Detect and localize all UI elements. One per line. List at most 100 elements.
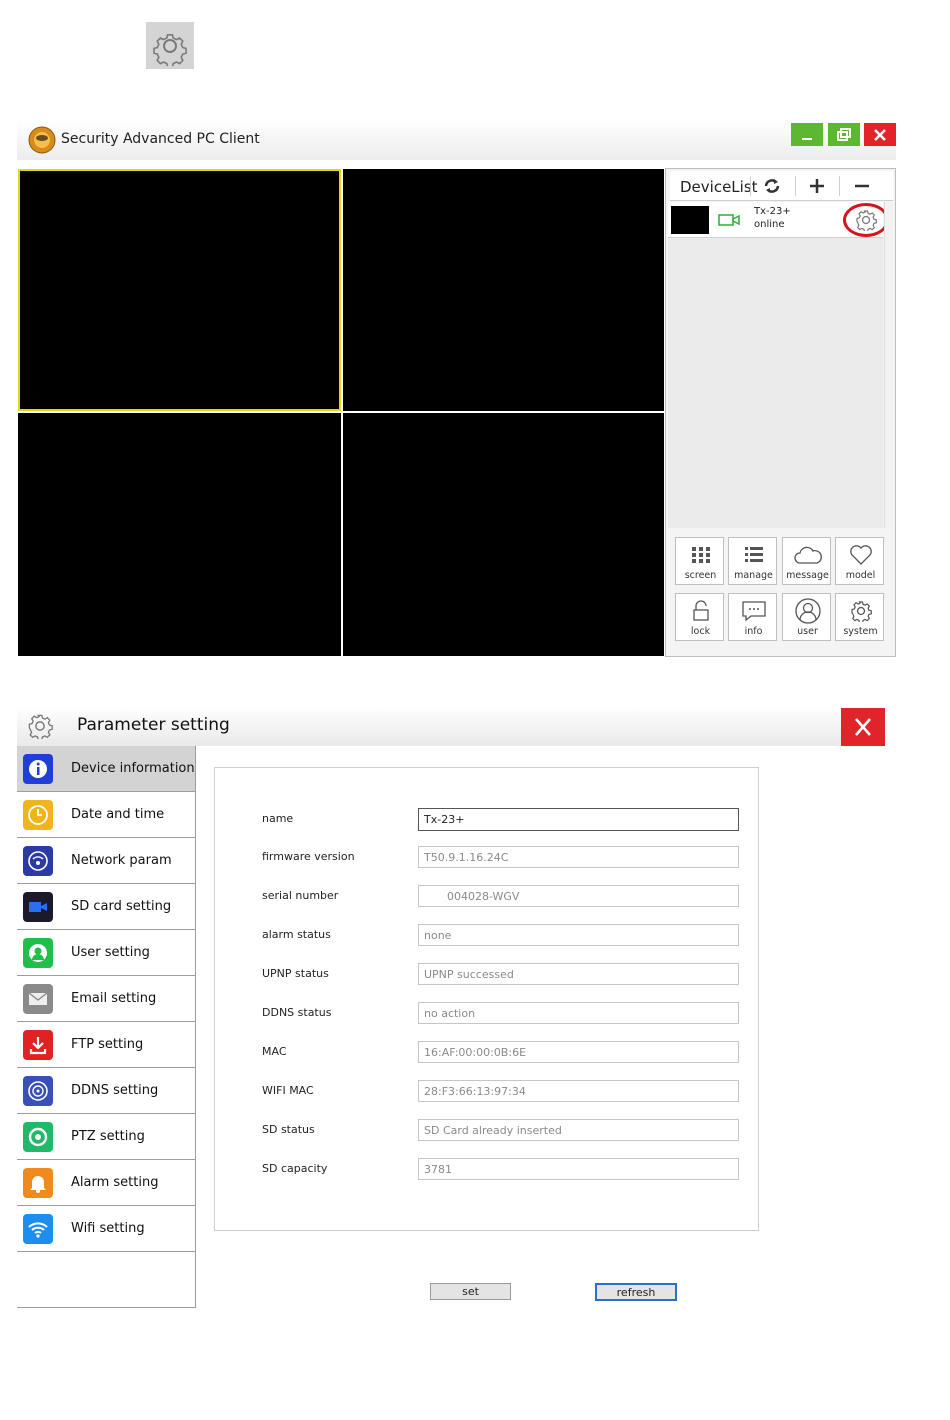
serial-number-input[interactable] xyxy=(418,885,739,907)
message-button[interactable]: message xyxy=(782,537,831,585)
minimize-button[interactable] xyxy=(791,123,823,146)
field-upnp-status: UPNP status xyxy=(215,963,758,987)
video-cell-2[interactable] xyxy=(343,169,664,411)
chat-icon xyxy=(729,598,778,624)
system-button[interactable]: system xyxy=(835,593,884,641)
user-label: user xyxy=(797,626,818,637)
heart-icon xyxy=(836,542,885,568)
device-status: online xyxy=(754,219,785,230)
manage-label: manage xyxy=(734,570,773,581)
divider xyxy=(795,176,796,196)
upnp-status-input[interactable] xyxy=(418,963,739,985)
field-name: name xyxy=(215,808,758,832)
sd-capacity-input[interactable] xyxy=(418,1158,739,1180)
parameter-dialog: Parameter setting Device information Dat… xyxy=(17,706,885,1308)
sidebar-item-label: FTP setting xyxy=(71,1037,144,1052)
minus-icon[interactable] xyxy=(851,175,873,197)
field-ddns-status: DDNS status xyxy=(215,1002,758,1026)
ddns-status-input[interactable] xyxy=(418,1002,739,1024)
sidebar-item-label: User setting xyxy=(71,945,150,960)
field-label: serial number xyxy=(262,889,339,902)
sidebar-item-email-setting[interactable]: Email setting xyxy=(17,976,195,1022)
sidebar-item-ptz-setting[interactable]: PTZ setting xyxy=(17,1114,195,1160)
video-cell-3[interactable] xyxy=(18,413,341,656)
network-icon xyxy=(23,846,53,876)
device-list-header: DeviceList xyxy=(670,171,893,201)
sidebar-item-user-setting[interactable]: User setting xyxy=(17,930,195,976)
video-cell-1[interactable] xyxy=(18,169,341,411)
alarm-status-input[interactable] xyxy=(418,924,739,946)
wifi-icon xyxy=(23,1214,53,1244)
dialog-title-bar: Parameter setting xyxy=(17,706,885,746)
manage-button[interactable]: manage xyxy=(728,537,777,585)
sidebar-item-ddns-setting[interactable]: DDNS setting xyxy=(17,1068,195,1114)
sidebar-item-date-and-time[interactable]: Date and time xyxy=(17,792,195,838)
scrollbar[interactable] xyxy=(884,202,893,528)
sidebar-item-label: Device information xyxy=(71,761,195,776)
system-label: system xyxy=(843,626,878,637)
sd-status-input[interactable] xyxy=(418,1119,739,1141)
wifi-mac-input[interactable] xyxy=(418,1080,739,1102)
field-wifi-mac: WIFI MAC xyxy=(215,1080,758,1104)
field-label: SD status xyxy=(262,1123,315,1136)
lock-icon xyxy=(676,598,725,624)
user-button[interactable]: user xyxy=(782,593,831,641)
settings-sidebar: Device information Date and time Network… xyxy=(17,746,196,1308)
title-bar: Security Advanced PC Client xyxy=(17,120,896,160)
field-label: MAC xyxy=(262,1045,287,1058)
sidebar-item-label: Alarm setting xyxy=(71,1175,159,1190)
device-list-title: DeviceList xyxy=(680,178,758,196)
plus-icon[interactable] xyxy=(806,175,828,197)
field-label: SD capacity xyxy=(262,1162,328,1175)
sidebar-item-ftp-setting[interactable]: FTP setting xyxy=(17,1022,195,1068)
envelope-icon xyxy=(23,984,53,1014)
field-label: name xyxy=(262,812,294,825)
client-window: Security Advanced PC Client DeviceList T… xyxy=(17,120,896,657)
screen-button[interactable]: screen xyxy=(675,537,724,585)
ddns-icon xyxy=(23,1076,53,1106)
refresh-button[interactable]: refresh xyxy=(595,1283,677,1301)
refresh-icon[interactable] xyxy=(761,175,783,197)
sidebar-item-network-param[interactable]: Network param xyxy=(17,838,195,884)
grid-icon xyxy=(676,542,725,568)
info-button[interactable]: info xyxy=(728,593,777,641)
restore-button[interactable] xyxy=(828,123,860,146)
cloud-icon xyxy=(783,542,832,568)
firmware-version-input[interactable] xyxy=(418,846,739,868)
field-mac: MAC xyxy=(215,1041,758,1065)
sidebar-item-label: PTZ setting xyxy=(71,1129,145,1144)
name-input[interactable] xyxy=(418,808,739,831)
device-row[interactable]: Tx-23+ online xyxy=(668,202,889,238)
gear-icon xyxy=(146,22,194,69)
lock-label: lock xyxy=(690,626,711,637)
download-icon xyxy=(23,1030,53,1060)
set-button[interactable]: set xyxy=(430,1283,511,1300)
sidebar-item-alarm-setting[interactable]: Alarm setting xyxy=(17,1160,195,1206)
device-settings-button[interactable] xyxy=(843,203,889,237)
bell-icon xyxy=(23,1168,53,1198)
mac-input[interactable] xyxy=(418,1041,739,1063)
gear-icon xyxy=(836,598,885,624)
lock-button[interactable]: lock xyxy=(675,593,724,641)
device-list: Tx-23+ online xyxy=(668,202,889,528)
field-label: WIFI MAC xyxy=(262,1084,314,1097)
info-label: info xyxy=(744,626,763,637)
list-icon xyxy=(729,542,778,568)
field-sd-status: SD status xyxy=(215,1119,758,1143)
model-button[interactable]: model xyxy=(835,537,884,585)
sidebar-item-label: Email setting xyxy=(71,991,157,1006)
dialog-title: Parameter setting xyxy=(77,715,230,735)
sidebar-item-device-information[interactable]: Device information xyxy=(17,746,195,792)
device-panel: DeviceList Tx-23+ online screen manage m… xyxy=(665,168,896,657)
sidebar-item-sd-card-setting[interactable]: SD card setting xyxy=(17,884,195,930)
video-cell-4[interactable] xyxy=(343,413,664,656)
video-grid xyxy=(17,168,665,657)
close-button[interactable] xyxy=(864,123,896,146)
sidebar-item-label: Network param xyxy=(71,853,172,868)
sidebar-item-label: DDNS setting xyxy=(71,1083,159,1098)
sidebar-item-wifi-setting[interactable]: Wifi setting xyxy=(17,1206,195,1252)
divider xyxy=(750,176,751,196)
clock-icon xyxy=(23,800,53,830)
divider xyxy=(839,176,840,196)
dialog-close-button[interactable] xyxy=(841,708,885,746)
